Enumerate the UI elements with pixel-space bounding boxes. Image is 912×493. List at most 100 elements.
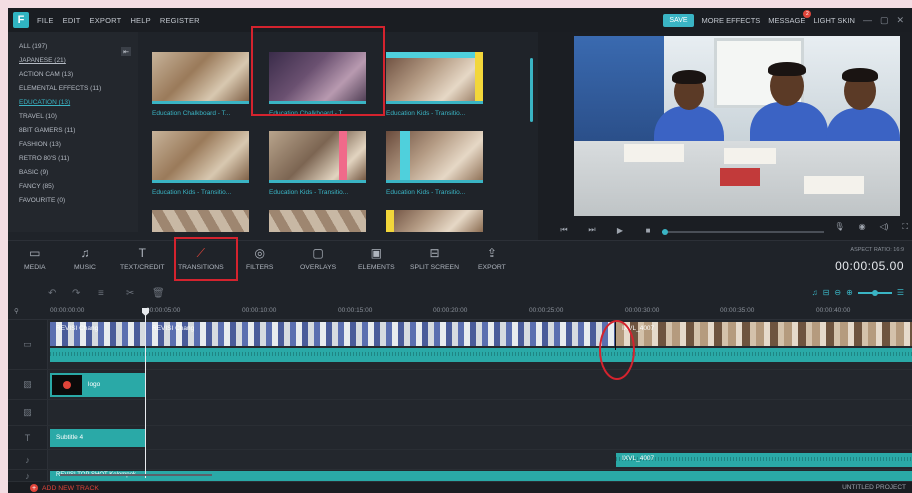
category-item[interactable]: FAVOURITE (0)	[19, 194, 138, 208]
menu-register[interactable]: REGISTER	[160, 16, 200, 25]
tool-music[interactable]: ♫ MUSIC	[74, 245, 96, 271]
category-item[interactable]: BASIC (9)	[19, 166, 138, 180]
video-editor-window: F FILE EDIT EXPORT HELP REGISTER SAVE MO…	[8, 8, 912, 493]
skip-back-icon[interactable]: ⏮	[550, 225, 578, 235]
category-item[interactable]: ELEMENTAL EFFECTS (11)	[19, 82, 138, 96]
video-track-icon[interactable]: ▭	[8, 320, 48, 369]
collapse-panel-icon[interactable]: ⇤	[121, 47, 131, 56]
volume-icon[interactable]: ◁)	[880, 222, 889, 232]
maximize-icon[interactable]: ▢	[880, 15, 889, 26]
fit-icon[interactable]: ⊟	[823, 288, 830, 297]
category-item[interactable]: TRAVEL (10)	[19, 110, 138, 124]
pip-track-icon[interactable]: ▨	[8, 400, 48, 425]
category-item[interactable]: RETRO 80'S (11)	[19, 152, 138, 166]
tool-media[interactable]: ▭ MEDIA	[24, 245, 46, 271]
filters-icon: ◎	[254, 246, 265, 260]
video-box	[720, 168, 760, 186]
playhead[interactable]	[145, 308, 146, 478]
clip-label: REVISI Chang	[152, 325, 195, 332]
message-badge: 2	[803, 9, 812, 18]
zoom-in-icon[interactable]: ⊕	[846, 288, 853, 297]
video-audio-strip[interactable]	[50, 348, 912, 362]
app-logo: F	[13, 12, 29, 28]
play-icon[interactable]: ▶	[606, 226, 634, 235]
main-menu: FILE EDIT EXPORT HELP REGISTER	[37, 16, 200, 25]
audio-track-2-icon[interactable]: ♪	[8, 470, 48, 481]
ruler-tick: 00:00:20:00	[433, 307, 468, 314]
adjust-icon[interactable]: ≡	[98, 288, 104, 299]
transition-thumb[interactable]: Education Chalkboard - T...	[152, 52, 249, 117]
text-clip[interactable]: Subtitle 4	[50, 429, 146, 447]
category-item[interactable]: FANCY (85)	[19, 180, 138, 194]
transition-thumb[interactable]: Education Kids - Transitio...	[386, 131, 483, 196]
minimize-icon[interactable]: —	[863, 15, 872, 25]
tool-text-credit[interactable]: T TEXT/CREDIT	[120, 245, 165, 271]
tool-export[interactable]: ⇪ EXPORT	[478, 245, 506, 271]
redo-icon[interactable]: ↷	[72, 288, 80, 299]
message-link[interactable]: MESSAGE 2	[768, 9, 812, 25]
menu-icon[interactable]: ☰	[897, 288, 904, 297]
thumb-bar	[152, 180, 249, 183]
transition-thumb[interactable]	[386, 210, 483, 232]
image-clip[interactable]: logo	[50, 373, 146, 397]
title-actions: SAVE MORE EFFECTS MESSAGE 2 LIGHT SKIN — …	[663, 8, 912, 32]
image-track-icon[interactable]: ▧	[8, 370, 48, 399]
more-effects-link[interactable]: MORE EFFECTS	[702, 16, 761, 25]
footer-bar	[8, 482, 912, 493]
tool-label: OVERLAYS	[300, 264, 337, 271]
zoom-out-icon[interactable]: ⊖	[834, 288, 841, 297]
undo-icon[interactable]: ↶	[48, 288, 56, 299]
grid-scrollbar[interactable]	[530, 58, 533, 122]
ruler-tick: 00:00:35:00	[720, 307, 755, 314]
tool-filters[interactable]: ◎ FILTERS	[246, 245, 273, 271]
video-clip[interactable]: IXVL_4007	[616, 322, 912, 346]
link-icon[interactable]: ⚲	[14, 307, 19, 315]
export-icon: ⇪	[486, 246, 497, 260]
category-item[interactable]: JAPANESE (21)	[19, 54, 138, 68]
skip-forward-icon[interactable]: ⏭	[578, 225, 606, 235]
category-item[interactable]: 8BIT GAMERS (11)	[19, 124, 138, 138]
audio-clip[interactable]: REVISI TOP SHOT Kelompok	[50, 471, 912, 481]
menu-edit[interactable]: EDIT	[63, 16, 81, 25]
thumb-stripe	[386, 210, 394, 232]
transition-thumb[interactable]: Education Kids - Transitio...	[269, 131, 366, 196]
category-item-active[interactable]: EDUCATION (13)	[19, 96, 138, 110]
video-clip[interactable]: REVISI Chang	[146, 322, 616, 346]
tool-overlays[interactable]: ▢ OVERLAYS	[300, 245, 336, 271]
fullscreen-icon[interactable]: ⛶	[902, 222, 908, 232]
cut-icon[interactable]: ✂	[126, 288, 134, 299]
snapshot-icon[interactable]: ◉	[859, 222, 866, 232]
light-skin-link[interactable]: LIGHT SKIN	[813, 16, 855, 25]
text-track-icon[interactable]: T	[8, 426, 48, 449]
add-new-track-button[interactable]: + ADD NEW TRACK	[30, 484, 99, 492]
audio-wave	[616, 457, 912, 461]
close-icon[interactable]: ✕	[896, 15, 904, 26]
microphone-icon[interactable]: 🎙	[834, 222, 844, 232]
menu-help[interactable]: HELP	[130, 16, 150, 25]
transition-thumb[interactable]: Education Kids - Transitio...	[152, 131, 249, 196]
playback-progress[interactable]	[662, 229, 824, 235]
transition-thumb[interactable]: Education Kids - Transitio...	[386, 52, 483, 117]
tool-split-screen[interactable]: ⊟ SPLIT SCREEN	[410, 245, 459, 271]
category-item[interactable]: FASHION (13)	[19, 138, 138, 152]
tool-elements[interactable]: ▣ ELEMENTS	[358, 245, 395, 271]
thumb-stripe	[386, 52, 483, 58]
thumb-image	[269, 131, 366, 183]
audio-clip[interactable]: IXVL_4007	[616, 453, 912, 467]
menu-file[interactable]: FILE	[37, 16, 54, 25]
audio-track-icon[interactable]: ♪	[8, 450, 48, 469]
ruler-tick: 00:00:25:00	[529, 307, 564, 314]
video-clip[interactable]: REVISI Chang	[50, 322, 146, 346]
delete-icon[interactable]: 🗑	[152, 288, 165, 299]
transition-thumb[interactable]	[152, 210, 249, 232]
transition-thumb[interactable]	[269, 210, 366, 232]
save-button[interactable]: SAVE	[663, 13, 694, 27]
zoom-slider[interactable]	[857, 289, 892, 296]
menu-export[interactable]: EXPORT	[90, 16, 122, 25]
category-item[interactable]: ACTION CAM (13)	[19, 68, 138, 82]
thumb-image	[386, 131, 483, 183]
audio-wave	[50, 352, 912, 356]
audio-mixer-icon[interactable]: ♫	[812, 288, 818, 297]
timeline-scrollbar[interactable]	[60, 474, 212, 476]
stop-icon[interactable]: ■	[634, 226, 662, 235]
